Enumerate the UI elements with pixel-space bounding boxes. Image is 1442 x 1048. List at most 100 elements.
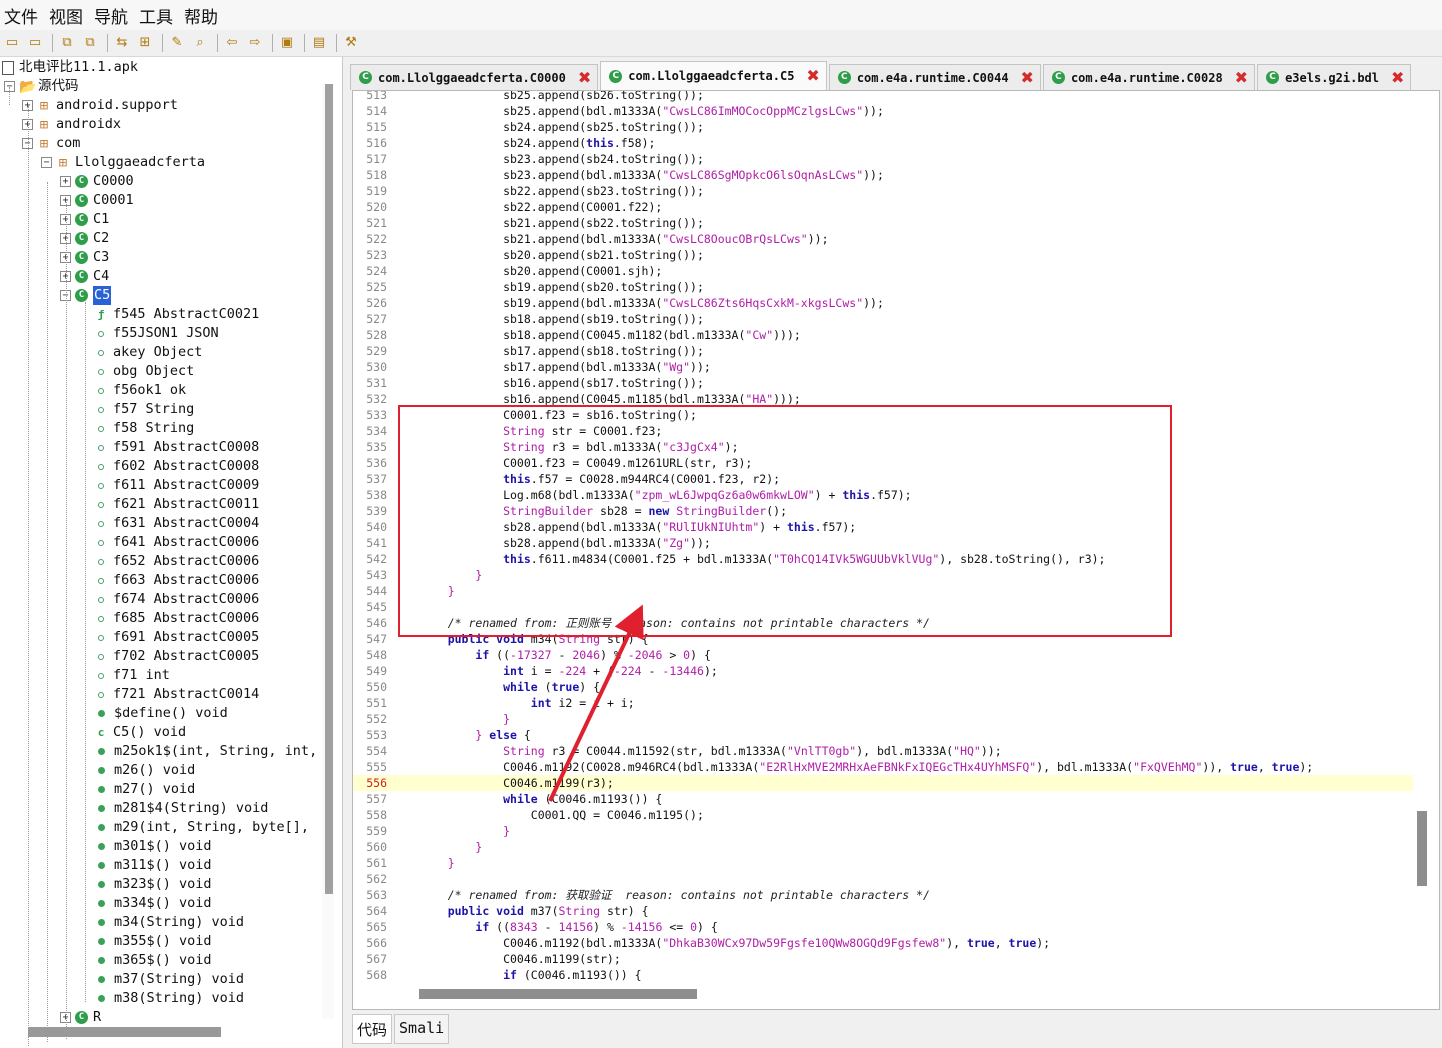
tree-node[interactable]: obg Object	[94, 362, 194, 381]
close-icon[interactable]: ✖	[578, 69, 591, 86]
tree-node[interactable]: m27() void	[94, 780, 195, 799]
forward-arrow-icon[interactable]: ⇨	[247, 35, 263, 51]
menu-item[interactable]: 视图	[49, 3, 83, 28]
tree-node[interactable]: m311$() void	[94, 856, 212, 875]
editor-tab[interactable]: Ccom.Llolggaeadcferta.C0000 ✖	[350, 64, 599, 90]
toolbar-separator	[272, 34, 273, 52]
tree-node[interactable]: akey Object	[94, 343, 202, 362]
tree-horizontal-scroll-thumb[interactable]	[28, 1027, 221, 1037]
open-file-icon[interactable]: ▭	[4, 35, 20, 51]
tree-node[interactable]: + C C0001	[60, 191, 134, 210]
code-vertical-scroll-thumb[interactable]	[1417, 811, 1427, 886]
close-icon[interactable]: ✖	[806, 68, 819, 84]
editor-tabs: Ccom.Llolggaeadcferta.C0000 ✖ Ccom.Llolgga…	[348, 59, 1442, 90]
code-horizontal-scroll-thumb[interactable]	[419, 989, 697, 999]
tree-guide-line	[28, 106, 29, 1046]
tree-node[interactable]: f621 AbstractC0011	[94, 495, 259, 514]
tree-node[interactable]: f721 AbstractC0014	[94, 685, 259, 704]
close-icon[interactable]: ✖	[1391, 69, 1404, 86]
tree-node[interactable]: f58 String	[94, 419, 194, 438]
tree-node[interactable]: f591 AbstractC0008	[94, 438, 259, 457]
tree-node[interactable]: m281$4(String) void	[94, 799, 268, 818]
menu-item[interactable]: 工具	[139, 3, 173, 28]
tree-node[interactable]: + ⊞ android.support	[22, 96, 178, 115]
tree-node[interactable]: + C C2	[60, 229, 109, 248]
tree-node[interactable]: + ⊞ androidx	[22, 115, 121, 134]
tree-node[interactable]: m26() void	[94, 761, 195, 780]
menu-item[interactable]: 导航	[94, 3, 128, 28]
tree-node[interactable]: f663 AbstractC0006	[94, 571, 259, 590]
tree-node[interactable]: f691 AbstractC0005	[94, 628, 259, 647]
menu-item[interactable]: 文件	[4, 3, 38, 28]
tree-node[interactable]: − 📂 源代码	[4, 77, 79, 96]
preferences-icon[interactable]: ⚒	[343, 35, 359, 51]
view-tab[interactable]: 代码	[352, 1014, 393, 1044]
tree-node[interactable]: f631 AbstractC0004	[94, 514, 259, 533]
expand-toggle[interactable]: +	[60, 176, 71, 187]
tree-node[interactable]: − ⊞ com	[22, 134, 80, 153]
tree-vertical-scrollbar[interactable]	[322, 84, 334, 1019]
tree-node[interactable]: f685 AbstractC0006	[94, 609, 259, 628]
editor-tab[interactable]: Ccom.Llolggaeadcferta.C5 ✖	[600, 61, 827, 90]
tree-node-label: f58 String	[113, 420, 195, 436]
copy-all-icon[interactable]: ⧉	[82, 35, 98, 51]
editor-tab[interactable]: Ccom.e4a.runtime.C0044 ✖	[828, 64, 1041, 90]
tree-node[interactable]: $define() void	[94, 704, 228, 723]
log-icon[interactable]: ▤	[311, 35, 327, 51]
field-icon	[98, 653, 104, 660]
tree-node[interactable]: m34(String) void	[94, 913, 244, 932]
tree-node[interactable]: f641 AbstractC0006	[94, 533, 259, 552]
tree-scroll-thumb[interactable]	[325, 84, 333, 894]
tree-node[interactable]: m29(int, String, byte[],	[94, 818, 309, 837]
tree-node[interactable]: 北电评比11.1.apk	[2, 58, 138, 77]
tree-node[interactable]: m334$() void	[94, 894, 212, 913]
tree-node[interactable]: + C C1	[60, 210, 109, 229]
tree-node[interactable]: f57 String	[94, 400, 194, 419]
code-view[interactable]: 513 sb25.append(sb26.toString()); 514 sb2…	[352, 90, 1440, 1010]
tree-node[interactable]: f55JSON1 JSON	[94, 324, 219, 343]
field-icon	[98, 520, 104, 527]
tree-node[interactable]: f611 AbstractC0009	[94, 476, 259, 495]
search-icon[interactable]: ⌕	[192, 35, 208, 51]
collapse-toggle[interactable]: −	[41, 157, 52, 168]
tree-node[interactable]: ƒ f545 AbstractC0021	[94, 305, 260, 324]
editor-tab[interactable]: Ccom.e4a.runtime.C0028 ✖	[1042, 64, 1256, 90]
tree-node[interactable]: m355$() void	[94, 932, 212, 951]
tree-node[interactable]: m37(String) void	[94, 970, 244, 989]
copy-icon[interactable]: ⧉	[59, 35, 75, 51]
view-tab[interactable]: Smali	[394, 1014, 450, 1044]
tree-node[interactable]: f602 AbstractC0008	[94, 457, 259, 476]
tree-icon[interactable]: ⊞	[137, 35, 153, 51]
tree-node[interactable]: f674 AbstractC0006	[94, 590, 259, 609]
project-tree[interactable]: 北电评比11.1.apk − 📂 源代码 + ⊞ android.support + ⊞ andr…	[0, 57, 343, 1048]
tree-node[interactable]: m365$() void	[94, 951, 212, 970]
tree-node[interactable]: m323$() void	[94, 875, 212, 894]
add-file-icon[interactable]: ▭	[27, 35, 43, 51]
tree-node-label: com	[56, 135, 81, 151]
tree-node[interactable]: + C C4	[60, 267, 109, 286]
sync-icon[interactable]: ⇆	[114, 35, 130, 51]
tree-node-label: f674 AbstractC0006	[113, 591, 260, 607]
tree-node[interactable]: m301$() void	[94, 837, 212, 856]
tree-node[interactable]: + C C3	[60, 248, 109, 267]
close-icon[interactable]: ✖	[1235, 69, 1248, 86]
tree-node[interactable]: + C C0000	[60, 172, 134, 191]
tree-node[interactable]: m38(String) void	[94, 989, 244, 1008]
tree-node-label: f631 AbstractC0004	[113, 515, 260, 531]
tree-node[interactable]: − ⊞ Llolggaeadcferta	[41, 153, 205, 172]
tree-node[interactable]: f71 int	[94, 666, 170, 685]
menu-item[interactable]: 帮助	[184, 3, 218, 28]
back-arrow-icon[interactable]: ⇦	[224, 35, 240, 51]
decompile-icon[interactable]: ▣	[279, 35, 295, 51]
tree-node[interactable]: f702 AbstractC0005	[94, 647, 259, 666]
editor-tab[interactable]: Ce3els.g2i.bdl ✖	[1257, 64, 1412, 90]
tree-node[interactable]: f56ok1 ok	[94, 381, 186, 400]
package-icon: ⊞	[39, 116, 49, 133]
wand-icon[interactable]: ✎	[169, 35, 185, 51]
tree-node-label: m355$() void	[114, 933, 212, 949]
tree-node[interactable]: f652 AbstractC0006	[94, 552, 259, 571]
close-icon[interactable]: ✖	[1021, 69, 1034, 86]
tree-node[interactable]: c C5() void	[94, 723, 186, 742]
tree-node[interactable]: m25ok1$(int, String, int,	[94, 742, 317, 761]
class-icon: C	[359, 71, 372, 84]
